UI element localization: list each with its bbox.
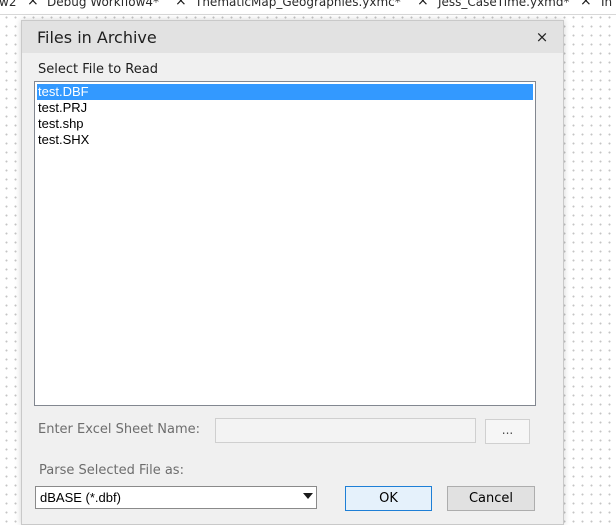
dialog-titlebar[interactable]: Files in Archive × [22,21,563,53]
ok-button[interactable]: OK [345,486,432,511]
tab-jess-casetime[interactable]: Jess_CaseTime.yxmd* [438,0,569,10]
parse-type-value: dBASE (*.dbf) [40,490,121,505]
document-tab-strip: w2 × Debug Workflow4* × ThematicMap_Geog… [0,0,616,15]
tab-partial[interactable]: In [601,0,612,10]
cancel-button[interactable]: Cancel [447,486,535,511]
chevron-down-icon[interactable] [303,493,313,499]
tab-close-icon[interactable]: × [417,0,429,9]
parse-file-label: Parse Selected File as: [39,463,184,478]
select-file-label: Select File to Read [38,62,158,77]
parse-type-dropdown[interactable]: dBASE (*.dbf) [35,486,317,509]
close-icon[interactable]: × [532,27,552,47]
excel-sheet-input[interactable] [215,418,476,443]
tab-close-icon[interactable]: × [580,0,592,9]
file-listbox[interactable]: test.DBF test.PRJ test.shp test.SHX [34,81,536,406]
tab-debug-workflow4[interactable]: Debug Workflow4* [47,0,159,10]
tab-close-icon[interactable]: × [27,0,39,9]
tab-workflow-2[interactable]: w2 [0,0,16,10]
list-item[interactable]: test.shp [37,116,533,132]
excel-sheet-label: Enter Excel Sheet Name: [38,422,201,437]
list-item[interactable]: test.PRJ [37,100,533,116]
list-item[interactable]: test.DBF [37,84,533,100]
files-in-archive-dialog: Files in Archive × Select File to Read t… [21,20,564,525]
browse-button[interactable]: ... [485,419,530,444]
dialog-title: Files in Archive [37,28,157,47]
tab-thematicmap[interactable]: ThematicMap_Geographies.yxmc* [195,0,401,10]
tab-close-icon[interactable]: × [175,0,187,9]
list-item[interactable]: test.SHX [37,132,533,148]
